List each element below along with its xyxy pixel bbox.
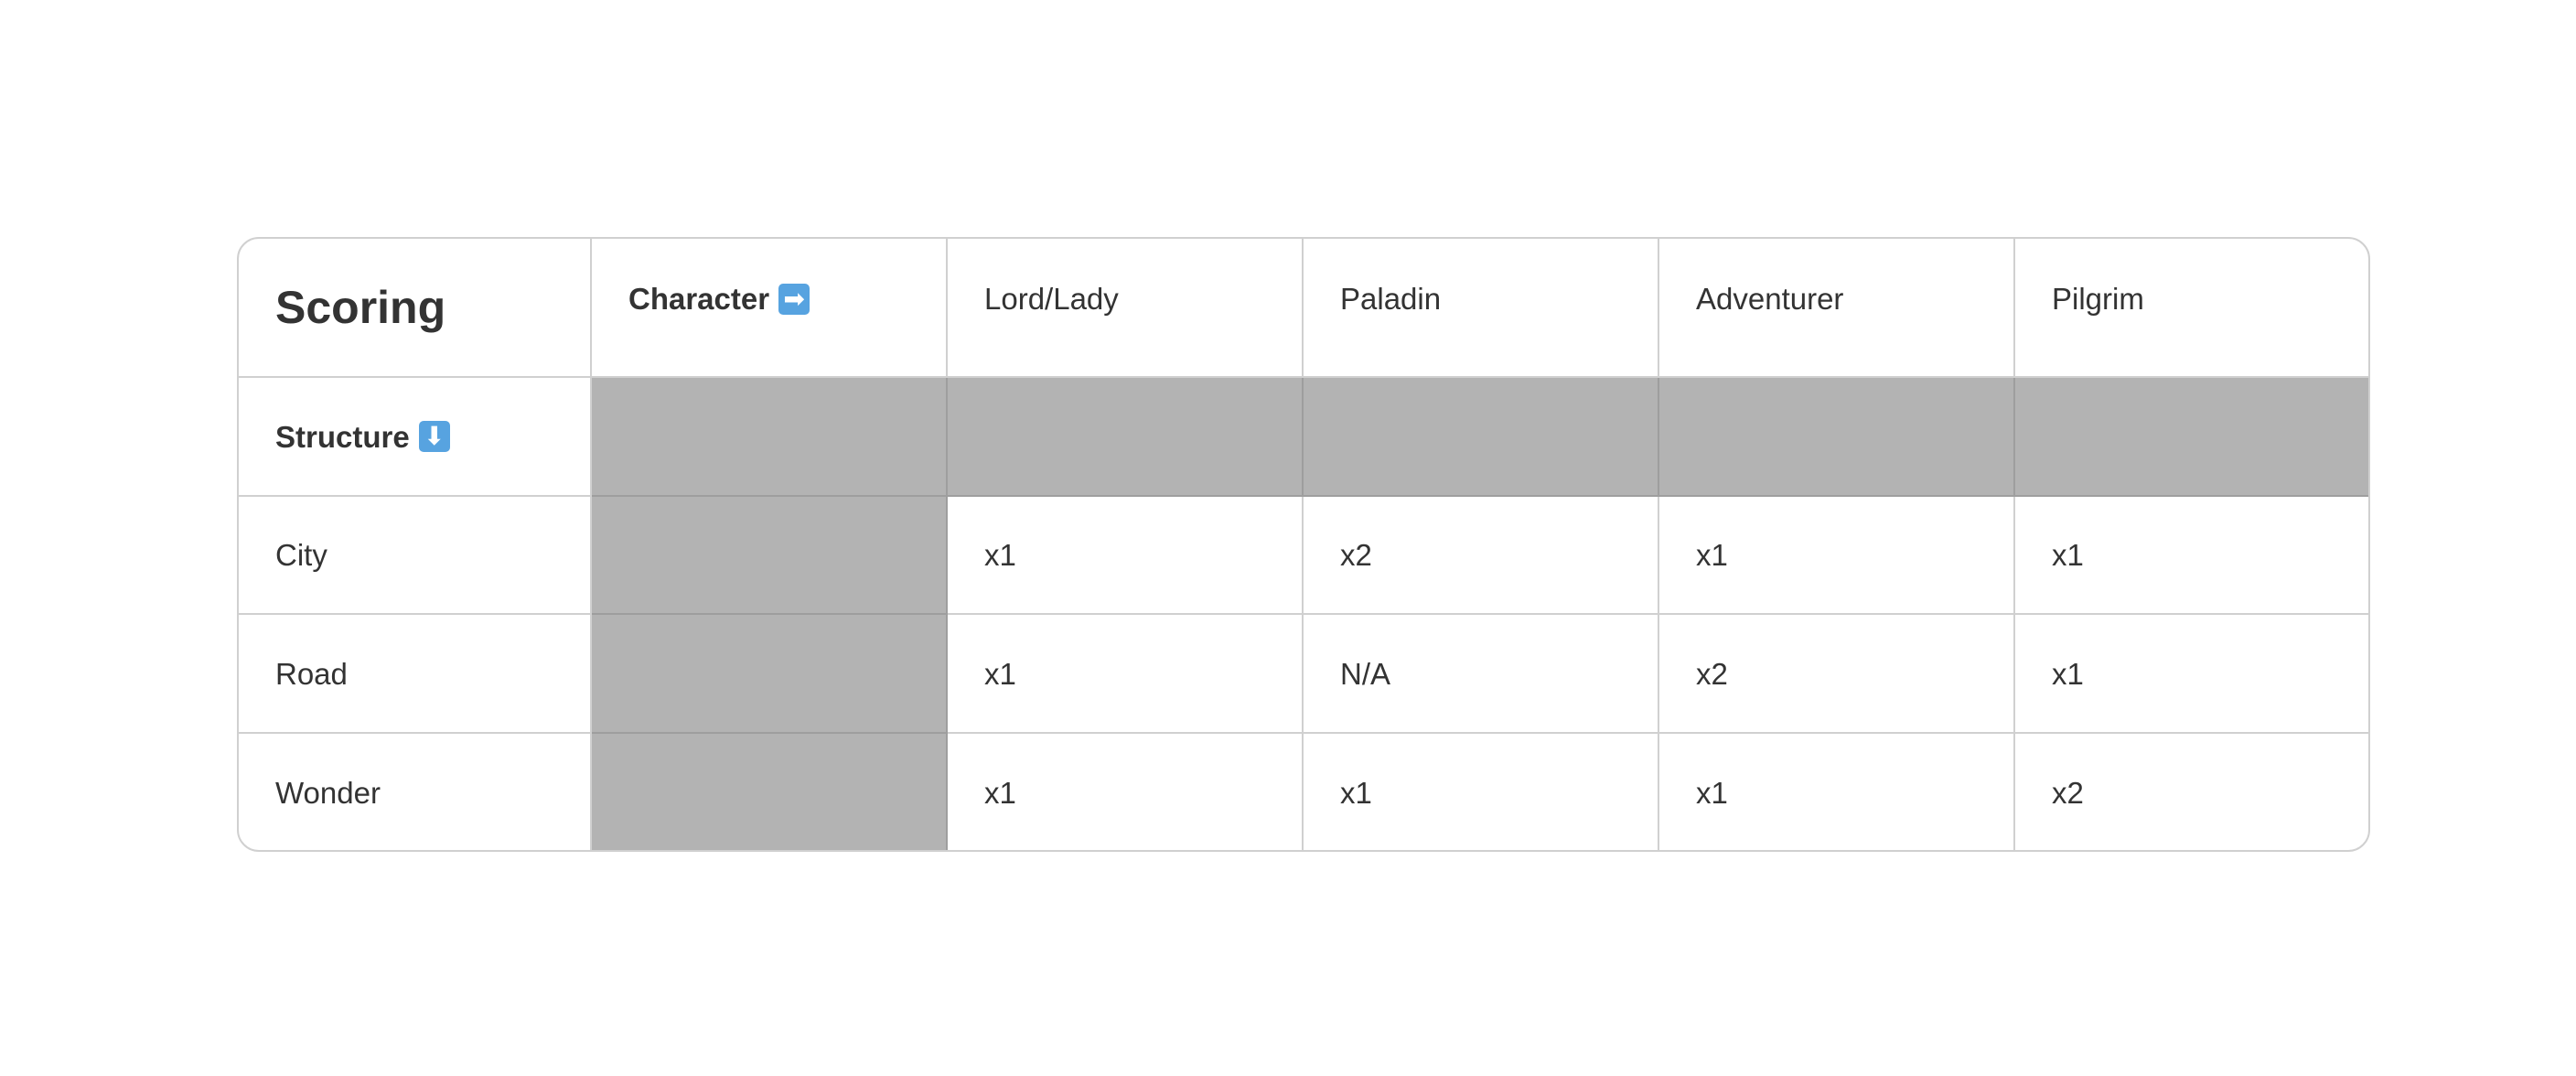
row-label: Road — [275, 656, 348, 691]
table-title-cell: Scoring — [239, 239, 592, 378]
column-header-lord-lady: Lord/Lady — [948, 239, 1304, 378]
scoring-grid: Scoring Character ➡ Lord/Lady Paladin Ad… — [239, 239, 2368, 850]
cell-value: x1 — [1696, 776, 1728, 810]
shaded-cell — [592, 497, 948, 615]
column-header-label: Paladin — [1340, 282, 1442, 316]
cell-value: x1 — [1340, 776, 1372, 810]
row-label-city: City — [239, 497, 592, 615]
cell-value: x1 — [1696, 538, 1728, 572]
table-cell: x1 — [2015, 497, 2368, 615]
cell-value: x2 — [1340, 538, 1372, 572]
table-title: Scoring — [275, 282, 446, 333]
table-cell: x2 — [2015, 734, 2368, 850]
scoring-table: Scoring Character ➡ Lord/Lady Paladin Ad… — [237, 237, 2370, 852]
table-cell: x2 — [1304, 497, 1659, 615]
table-cell: x2 — [1659, 615, 2015, 734]
row-label-road: Road — [239, 615, 592, 734]
character-header-label: Character — [628, 282, 770, 316]
table-cell: x1 — [948, 497, 1304, 615]
row-label-wonder: Wonder — [239, 734, 592, 850]
cell-value: x1 — [2052, 656, 2084, 691]
cell-value: x1 — [984, 656, 1016, 691]
table-cell: x1 — [1304, 734, 1659, 850]
cell-value: x1 — [2052, 538, 2084, 572]
character-header-cell: Character ➡ — [592, 239, 948, 378]
table-cell: x1 — [948, 615, 1304, 734]
table-cell: N/A — [1304, 615, 1659, 734]
shaded-cell — [948, 378, 1304, 497]
column-header-adventurer: Adventurer — [1659, 239, 2015, 378]
column-header-label: Adventurer — [1696, 282, 1844, 316]
column-header-pilgrim: Pilgrim — [2015, 239, 2368, 378]
cell-value: x1 — [984, 776, 1016, 810]
row-label: Wonder — [275, 776, 381, 810]
table-cell: x1 — [948, 734, 1304, 850]
table-cell: x1 — [1659, 497, 2015, 615]
shaded-cell — [592, 378, 948, 497]
structure-header-cell: Structure ⬇ — [239, 378, 592, 497]
cell-value: x2 — [2052, 776, 2084, 810]
right-arrow-emoji-icon: ➡ — [778, 284, 810, 315]
table-cell: x1 — [1659, 734, 2015, 850]
cell-value: x2 — [1696, 656, 1728, 691]
table-cell: x1 — [2015, 615, 2368, 734]
column-header-label: Lord/Lady — [984, 282, 1119, 316]
column-header-label: Pilgrim — [2052, 282, 2144, 316]
shaded-cell — [592, 734, 948, 850]
column-header-paladin: Paladin — [1304, 239, 1659, 378]
structure-header-label: Structure — [275, 419, 410, 454]
shaded-cell — [1304, 378, 1659, 497]
shaded-cell — [1659, 378, 2015, 497]
cell-value: x1 — [984, 538, 1016, 572]
shaded-cell — [592, 615, 948, 734]
shaded-cell — [2015, 378, 2368, 497]
row-label: City — [275, 538, 327, 572]
cell-value: N/A — [1340, 656, 1391, 691]
down-arrow-emoji-icon: ⬇ — [418, 421, 450, 452]
